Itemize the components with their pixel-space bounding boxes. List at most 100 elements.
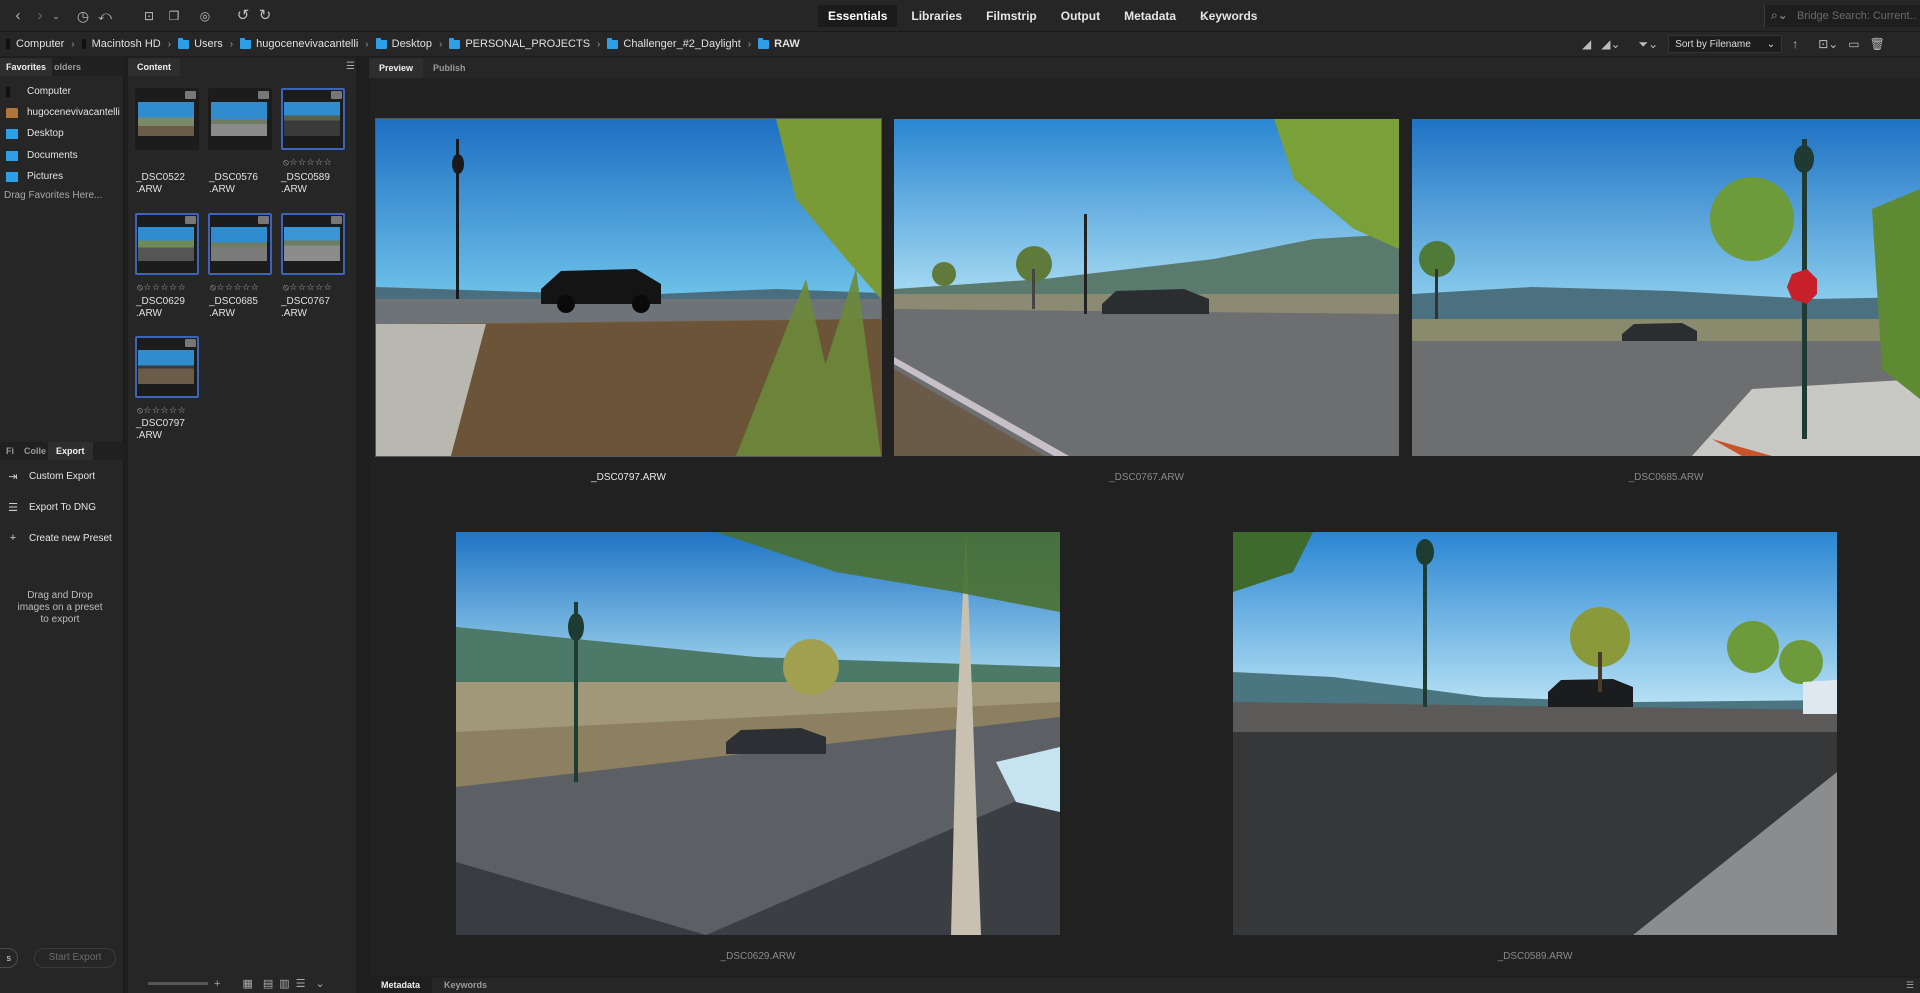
preview-image[interactable] (376, 119, 881, 456)
thumbnail[interactable] (135, 336, 199, 398)
grid-view-icon[interactable]: ▦ (242, 977, 252, 990)
open-in-camera-raw-icon[interactable]: ◎ (196, 6, 214, 26)
details-view-icon[interactable]: ▥ (279, 977, 289, 990)
preview-caption: _DSC0589.ARW (1497, 951, 1573, 962)
thumbnail[interactable] (135, 88, 199, 150)
tab-metadata[interactable]: Metadata (369, 978, 433, 993)
plus-icon: + (9, 532, 17, 544)
rotate-left-icon[interactable]: ↺ (234, 6, 252, 26)
search-input[interactable] (1797, 8, 1917, 24)
breadcrumb-users[interactable]: Users (178, 37, 223, 50)
breadcrumb-label: RAW (774, 38, 800, 50)
workspace-essentials[interactable]: Essentials (818, 5, 898, 27)
thumbnail[interactable] (208, 213, 272, 275)
preview-image[interactable] (894, 119, 1399, 456)
preview-image[interactable] (456, 532, 1060, 935)
zoom-in-icon[interactable]: + (214, 978, 220, 990)
quality-icon[interactable]: ◢ (1582, 37, 1591, 51)
folder-icon (6, 129, 18, 139)
filter-icon[interactable]: ⏷⌄ (1639, 37, 1659, 52)
camera-raw-badge-icon (258, 91, 269, 99)
thumbnail-image (284, 102, 340, 136)
favorite-documents[interactable]: Documents (0, 146, 124, 166)
create-new-preset[interactable]: + Create new Preset (0, 527, 124, 549)
panel-menu-icon[interactable]: ☰ (1906, 980, 1914, 991)
export-custom[interactable]: ⇥ Custom Export (0, 465, 124, 487)
preview-image[interactable] (1412, 119, 1920, 456)
favorite-label: Computer (27, 86, 71, 97)
breadcrumb-raw[interactable]: RAW (758, 37, 800, 50)
star-rating[interactable]: ⦸☆☆☆☆☆ (283, 282, 332, 293)
star-rating[interactable]: ⦸☆☆☆☆☆ (137, 405, 186, 416)
thumbnail-size-slider[interactable] (148, 982, 208, 985)
favorite-home[interactable]: hugocenevivacantelli (0, 103, 124, 123)
tab-favorites[interactable]: Favorites (0, 58, 53, 76)
star-rating[interactable]: ⦸☆☆☆☆☆ (137, 282, 186, 293)
thumbnail-image (211, 227, 267, 261)
favorite-desktop[interactable]: Desktop (0, 124, 124, 144)
history-chevron-icon[interactable]: ⌄ (50, 6, 62, 26)
thumbnail[interactable] (135, 213, 199, 275)
thumbnail-name: _DSC0797 .ARW (136, 418, 185, 441)
folder-icon (6, 151, 18, 161)
workspace-libraries[interactable]: Libraries (901, 5, 972, 27)
list-view-icon[interactable]: ☰ (296, 977, 306, 990)
rating-filter-icon[interactable]: ◢⌄ (1601, 37, 1620, 51)
back-icon[interactable]: ‹ (8, 6, 28, 26)
breadcrumb-user[interactable]: hugocenevivacantelli (240, 37, 358, 50)
tab-preview[interactable]: Preview (369, 58, 424, 78)
new-folder-icon[interactable]: ▭ (1848, 37, 1859, 51)
workspace-filmstrip[interactable]: Filmstrip (976, 5, 1047, 27)
recent-files-icon[interactable]: ◷ (72, 6, 94, 26)
export-to-dng[interactable]: ☰ Export To DNG (0, 496, 124, 518)
tab-export[interactable]: Export (48, 442, 93, 460)
boomerang-icon[interactable]: ⤺ (96, 6, 114, 26)
home-icon (6, 108, 18, 118)
folder-icon (6, 172, 18, 182)
drive-icon (81, 39, 86, 49)
tab-folders[interactable]: olders (52, 58, 83, 76)
workspace-more-chevron-icon[interactable]: ⌄ (1192, 6, 1214, 26)
breadcrumb: Computer › Macintosh HD › Users › hugoce… (6, 32, 800, 56)
thumbnail-image (138, 350, 194, 384)
breadcrumb-macintosh-hd[interactable]: Macintosh HD (81, 38, 161, 50)
thumbnail-view-icon[interactable]: ▤ (263, 977, 273, 990)
favorite-computer[interactable]: Computer (0, 82, 124, 102)
tab-content[interactable]: Content (128, 58, 180, 76)
breadcrumb-label: Desktop (391, 38, 432, 50)
start-export-button[interactable]: Start Export (34, 948, 116, 968)
breadcrumb-computer[interactable]: Computer (6, 38, 64, 50)
export-left-button[interactable]: s (0, 948, 18, 968)
thumbnail[interactable] (281, 213, 345, 275)
workspace-output[interactable]: Output (1051, 5, 1110, 27)
star-rating[interactable]: ⦸☆☆☆☆☆ (210, 282, 259, 293)
breadcrumb-personal-projects[interactable]: PERSONAL_PROJECTS (449, 37, 590, 50)
favorite-pictures[interactable]: Pictures (0, 167, 124, 187)
sort-ascending-icon[interactable]: ↑ (1792, 37, 1798, 51)
panel-menu-icon[interactable]: ☰ (346, 61, 355, 72)
breadcrumb-challenger[interactable]: Challenger_#2_Daylight (607, 37, 741, 50)
thumbnail-name: _DSC0629 .ARW (136, 296, 185, 319)
rotate-right-icon[interactable]: ↻ (256, 6, 274, 26)
export-item-label: Create new Preset (29, 532, 112, 544)
trash-icon[interactable]: 🗑 (1870, 37, 1885, 51)
view-options-chevron-icon[interactable]: ⌄ (316, 977, 325, 990)
forward-icon[interactable]: › (30, 6, 50, 26)
preview-image[interactable] (1233, 532, 1837, 935)
breadcrumb-desktop[interactable]: Desktop (375, 37, 432, 50)
workspace-metadata[interactable]: Metadata (1114, 5, 1186, 27)
star-rating[interactable]: ⦸☆☆☆☆☆ (283, 157, 332, 168)
tab-filter[interactable]: Fi (0, 442, 20, 460)
thumbnail[interactable] (208, 88, 272, 150)
thumbnail[interactable] (281, 88, 345, 150)
chevron-right-icon: › (229, 38, 234, 50)
folder-icon (758, 37, 770, 49)
tab-publish[interactable]: Publish (423, 58, 476, 78)
tab-collections[interactable]: Colle (20, 442, 48, 460)
sort-dropdown[interactable]: Sort by Filename ⌄ (1668, 35, 1783, 53)
search-icon[interactable]: ⌕⌄ (1771, 8, 1788, 23)
tab-keywords[interactable]: Keywords (432, 978, 499, 993)
refine-icon[interactable]: ❐ (162, 6, 186, 26)
camera-import-icon[interactable]: ⊡ (140, 6, 158, 26)
open-recent-icon[interactable]: ⊡⌄ (1818, 37, 1838, 51)
